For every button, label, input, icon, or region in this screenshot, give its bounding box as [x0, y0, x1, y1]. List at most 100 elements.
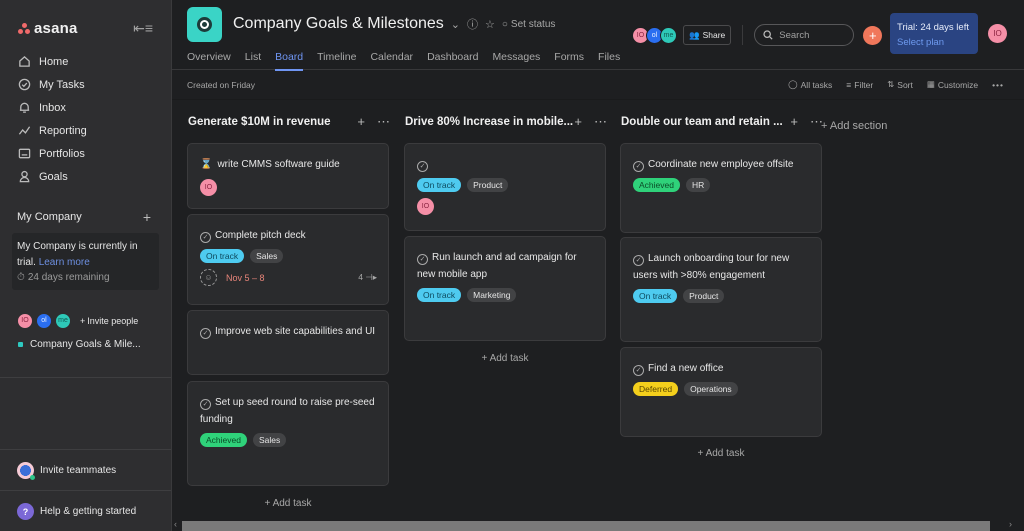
subtask-count[interactable]: 4 ⊣▸	[358, 272, 377, 283]
complete-checkbox-icon[interactable]: ✓	[200, 328, 211, 339]
tab-timeline[interactable]: Timeline	[317, 51, 356, 70]
column-title[interactable]: Double our team and retain ...	[621, 116, 783, 128]
avatar[interactable]: ol	[36, 312, 52, 329]
asana-logo[interactable]: asana	[18, 20, 78, 37]
column-title[interactable]: Drive 80% Increase in mobile...	[405, 116, 573, 128]
share-button[interactable]: 👥 Share	[683, 25, 732, 45]
add-task-icon[interactable]: +	[790, 114, 798, 130]
label-tag[interactable]: Marketing	[467, 288, 517, 302]
status-badge[interactable]: On track	[417, 178, 462, 192]
avatar[interactable]: IO	[17, 312, 33, 329]
task-card[interactable]: ✓ Improve web site capabilities and UI	[187, 310, 389, 375]
member-avatar[interactable]: me	[660, 26, 677, 44]
complete-checkbox-icon[interactable]: ✓	[633, 255, 644, 266]
due-date[interactable]: Nov 5 – 8	[226, 273, 265, 283]
task-card[interactable]: ✓ On track Product IO	[404, 143, 606, 231]
complete-checkbox-icon[interactable]: ✓	[200, 399, 211, 410]
task-card[interactable]: ✓ Run launch and ad campaign for new mobi…	[404, 236, 606, 341]
project-title[interactable]: Company Goals & Milestones	[233, 15, 444, 33]
sort-button[interactable]: ⇅ Sort	[887, 79, 913, 90]
assignee-avatar[interactable]: IO	[417, 198, 434, 215]
tab-forms[interactable]: Forms	[554, 51, 584, 70]
scroll-left-icon[interactable]: ‹	[174, 519, 177, 529]
task-card[interactable]: ✓ Complete pitch deck On track Sales ☺ No…	[187, 214, 389, 305]
trial-banner[interactable]: Trial: 24 days left Select plan	[890, 13, 978, 54]
sidebar-item-portfolios[interactable]: Portfolios	[0, 142, 171, 165]
column-title[interactable]: Generate $10M in revenue	[188, 116, 331, 128]
column-header[interactable]: Generate $10M in revenue + ⋯	[187, 101, 392, 143]
status-badge[interactable]: Achieved	[200, 433, 247, 447]
status-badge[interactable]: On track	[633, 289, 678, 303]
filter-button[interactable]: ≡ Filter	[846, 79, 873, 90]
sidebar-item-reporting[interactable]: Reporting	[0, 119, 171, 142]
sidebar-item-home[interactable]: Home	[0, 50, 171, 73]
label-tag[interactable]: Product	[683, 289, 725, 303]
customize-button[interactable]: ▦ Customize	[927, 79, 978, 90]
avatar[interactable]: me	[55, 312, 71, 329]
set-status-button[interactable]: ○ Set status	[502, 19, 556, 30]
add-task-button[interactable]: + Add task	[404, 353, 606, 364]
sidebar-project-link[interactable]: Company Goals & Mile...	[0, 337, 171, 353]
task-card[interactable]: ✓ Coordinate new employee offsite Achieve…	[620, 143, 822, 233]
complete-checkbox-icon[interactable]: ✓	[633, 365, 644, 376]
learn-more-link[interactable]: Learn more	[39, 257, 90, 268]
all-tasks-button[interactable]: ◯ All tasks	[788, 79, 832, 90]
invite-teammates-button[interactable]: Invite teammates	[17, 462, 116, 480]
status-badge[interactable]: On track	[200, 249, 245, 263]
assignee-placeholder-icon[interactable]: ☺	[200, 269, 217, 286]
complete-checkbox-icon[interactable]: ✓	[417, 161, 428, 172]
assignee-avatar[interactable]: IO	[200, 179, 217, 196]
column-header[interactable]: Drive 80% Increase in mobile... + ⋯	[404, 101, 609, 143]
label-tag[interactable]: Sales	[252, 433, 287, 447]
scrollbar-thumb[interactable]	[182, 521, 990, 531]
add-to-team-icon[interactable]: +	[143, 209, 151, 225]
label-tag[interactable]: Sales	[250, 249, 284, 263]
add-task-button[interactable]: + Add task	[187, 498, 389, 509]
tab-overview[interactable]: Overview	[187, 51, 231, 70]
complete-checkbox-icon[interactable]: ✓	[200, 232, 211, 243]
task-card[interactable]: ✓ Find a new office Deferred Operations	[620, 347, 822, 437]
status-badge[interactable]: On track	[417, 288, 462, 302]
label-tag[interactable]: HR	[685, 178, 711, 192]
add-task-button[interactable]: + Add task	[620, 448, 822, 459]
chevron-down-icon[interactable]: ⌄	[451, 18, 460, 31]
tab-list[interactable]: List	[245, 51, 261, 70]
label-tag[interactable]: Operations	[684, 382, 738, 396]
label-tag[interactable]: Product	[467, 178, 509, 192]
select-plan-link[interactable]: Select plan	[897, 35, 971, 50]
complete-checkbox-icon[interactable]: ✓	[417, 254, 428, 265]
create-button[interactable]: +	[863, 25, 883, 45]
help-button[interactable]: ? Help & getting started	[17, 503, 136, 520]
column-menu-icon[interactable]: ⋯	[594, 114, 607, 130]
tab-dashboard[interactable]: Dashboard	[427, 51, 478, 70]
tab-messages[interactable]: Messages	[492, 51, 540, 70]
column-menu-icon[interactable]: ⋯	[377, 114, 390, 130]
info-icon[interactable]: ⓘ	[467, 16, 478, 32]
sidebar-item-goals[interactable]: Goals	[0, 165, 171, 188]
add-section-button[interactable]: + Add section	[821, 120, 887, 132]
collapse-sidebar-icon[interactable]: ⇤≡	[133, 20, 153, 37]
tab-files[interactable]: Files	[598, 51, 620, 70]
tab-board[interactable]: Board	[275, 51, 304, 71]
team-header[interactable]: My Company +	[0, 207, 171, 227]
task-card[interactable]: ✓ Launch onboarding tour for new users wi…	[620, 237, 822, 342]
sidebar-item-inbox[interactable]: Inbox	[0, 96, 171, 119]
add-task-icon[interactable]: +	[574, 114, 582, 130]
tab-calendar[interactable]: Calendar	[370, 51, 413, 70]
scroll-right-icon[interactable]: ›	[1009, 519, 1012, 529]
user-avatar[interactable]: IO	[988, 24, 1007, 43]
search-input[interactable]: Search	[754, 24, 855, 46]
more-options-icon[interactable]: •••	[992, 79, 1004, 90]
status-badge[interactable]: Achieved	[633, 178, 680, 192]
horizontal-scrollbar[interactable]: ‹ ›	[172, 519, 1024, 531]
project-icon[interactable]	[187, 7, 222, 42]
invite-people-button[interactable]: + Invite people	[80, 316, 138, 326]
add-task-icon[interactable]: +	[357, 114, 365, 130]
status-badge[interactable]: Deferred	[633, 382, 679, 396]
task-card[interactable]: ✓ Set up seed round to raise pre-seed fun…	[187, 381, 389, 486]
column-header[interactable]: Double our team and retain ... + ⋯	[620, 101, 825, 143]
sidebar-item-my-tasks[interactable]: My Tasks	[0, 73, 171, 96]
star-icon[interactable]: ☆	[485, 18, 495, 31]
task-card[interactable]: ⌛ write CMMS software guide IO	[187, 143, 389, 209]
complete-checkbox-icon[interactable]: ✓	[633, 161, 644, 172]
